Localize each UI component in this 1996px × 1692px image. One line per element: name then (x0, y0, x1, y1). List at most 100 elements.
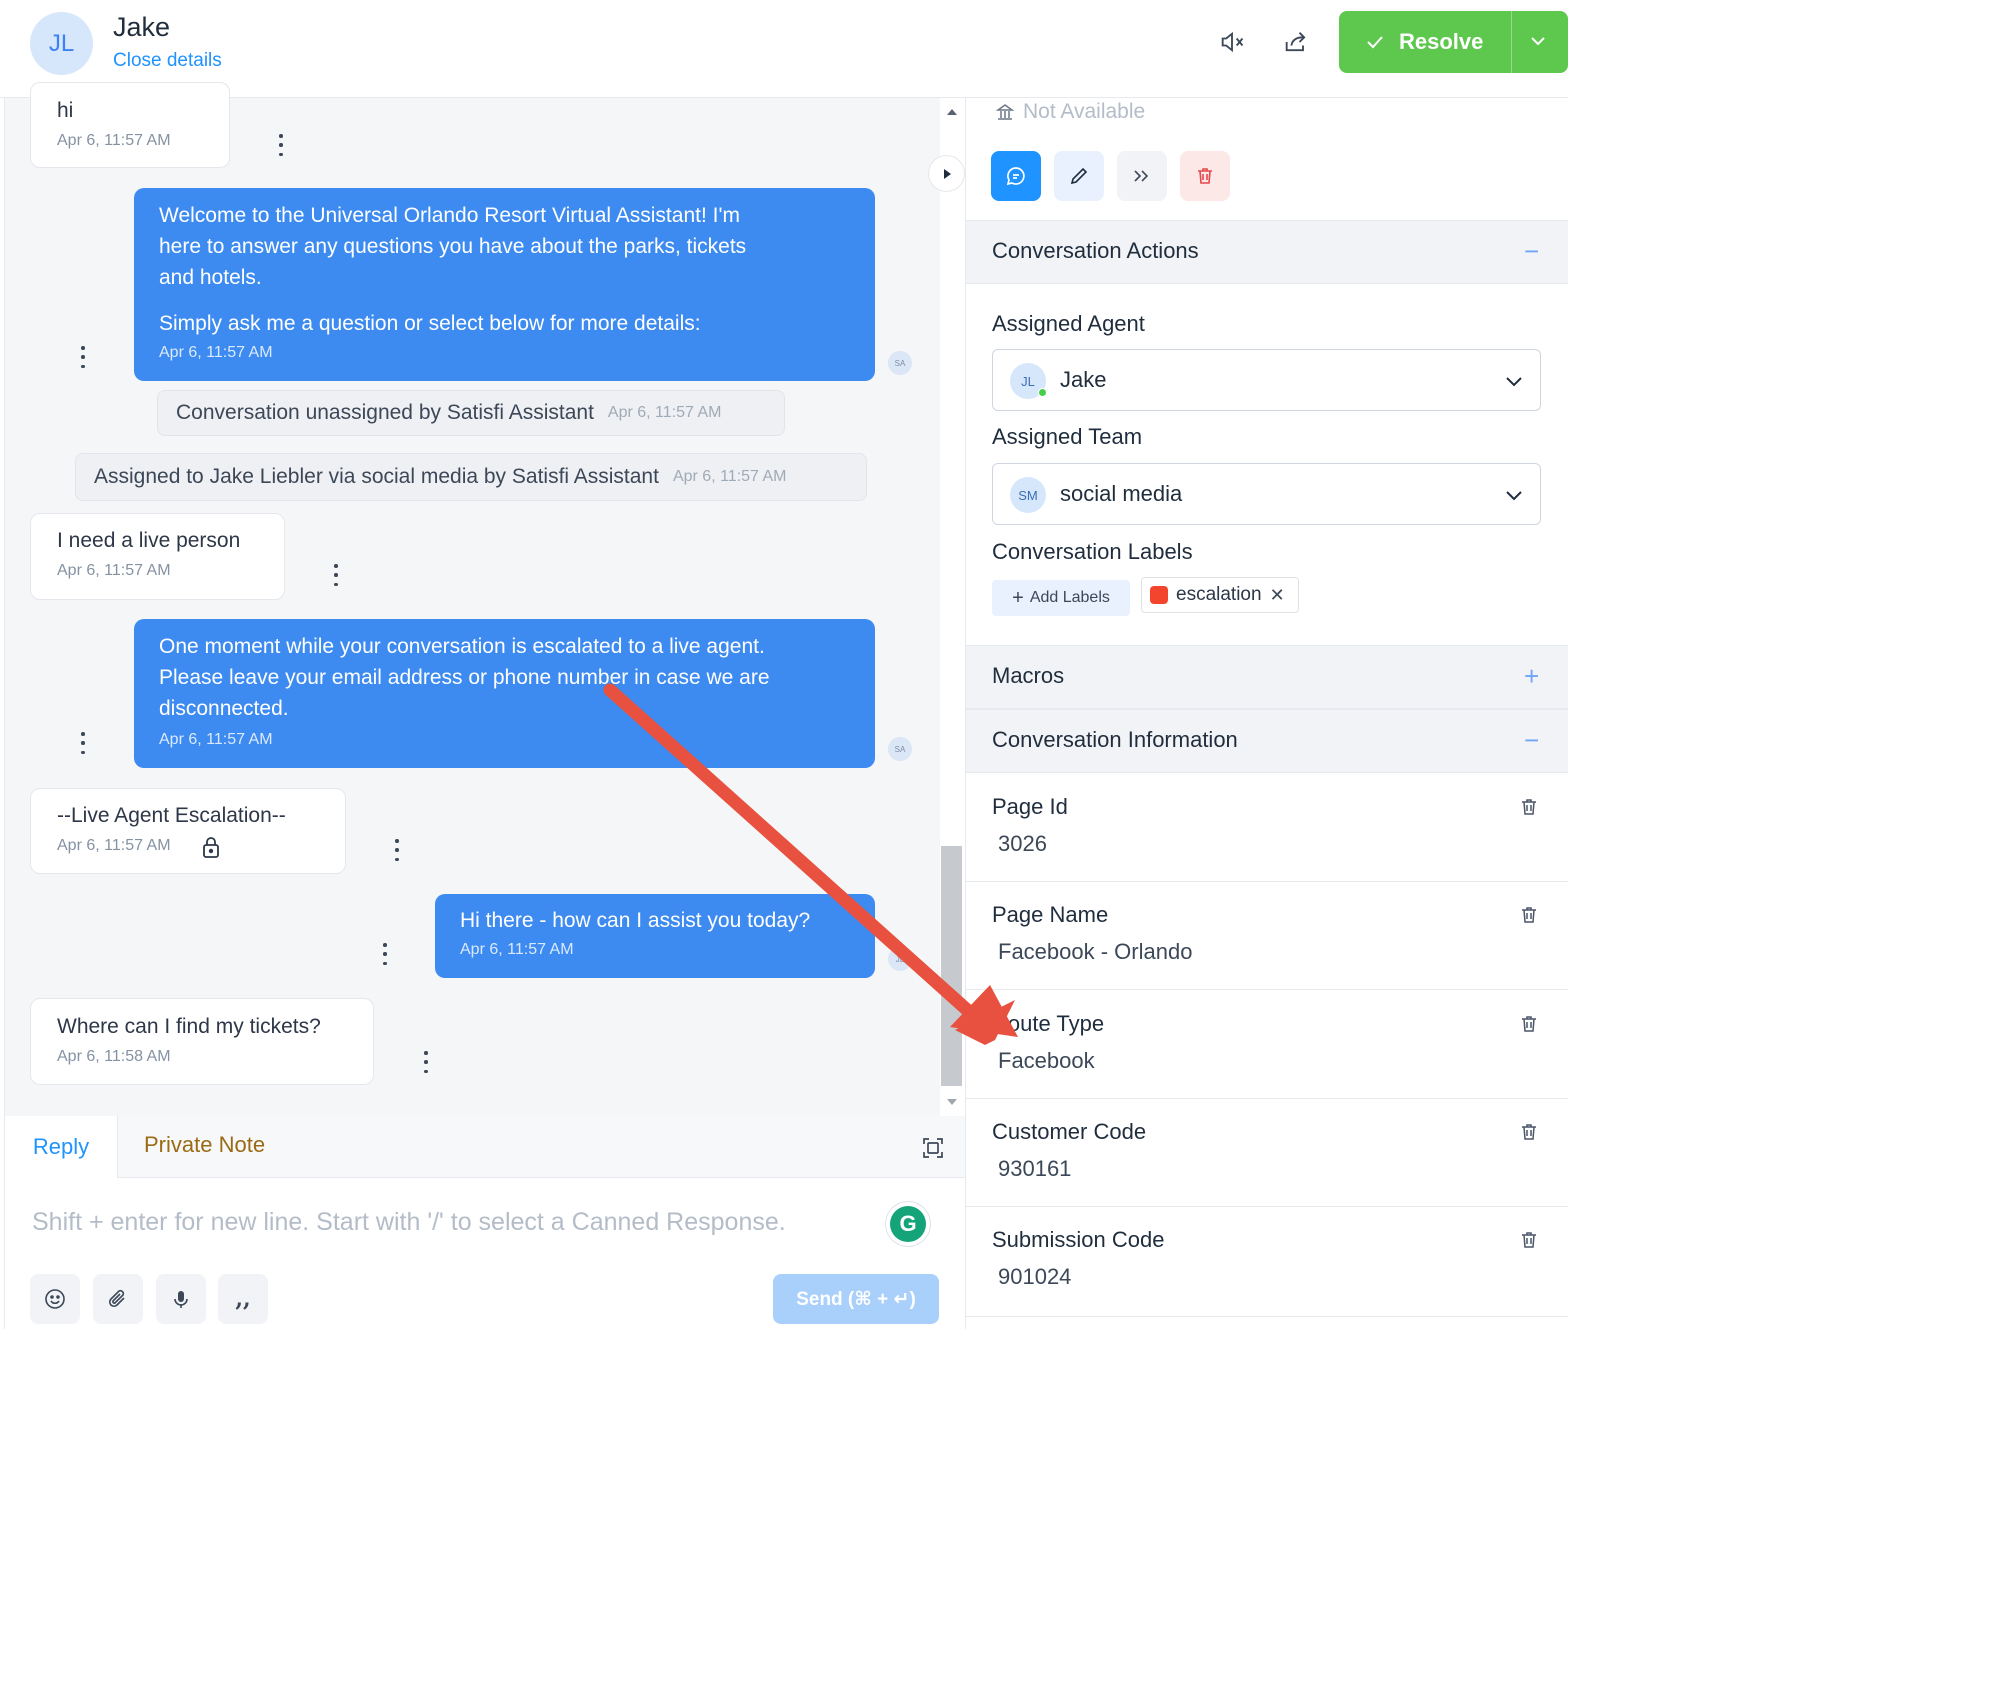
assigned-agent-label: Assigned Agent (992, 311, 1145, 336)
expand-icon[interactable]: + (1524, 661, 1539, 692)
resolve-button[interactable]: Resolve (1339, 11, 1568, 73)
conversation-labels-heading: Conversation Labels (992, 539, 1193, 564)
assigned-agent-value: Jake (1060, 367, 1107, 392)
scroll-up-icon[interactable] (946, 108, 958, 116)
quote-icon: ,, (235, 1286, 251, 1312)
pencil-icon (1070, 167, 1088, 185)
assigned-agent-select[interactable]: JL Jake (992, 349, 1541, 411)
message-text: One moment while your conversation is es… (159, 635, 765, 658)
emoji-icon (45, 1289, 65, 1309)
activity-time: Apr 6, 11:57 AM (607, 404, 722, 421)
reply-input[interactable]: Shift + enter for new line. Start with '… (32, 1208, 786, 1237)
send-button[interactable]: Send (⌘ + ↵) (773, 1274, 939, 1324)
trash-icon (1198, 168, 1212, 184)
merge-contact-button[interactable] (1117, 151, 1167, 201)
chevron-down-icon[interactable] (1527, 30, 1549, 52)
sender-avatar: SA (888, 737, 912, 761)
section-conversation-actions[interactable]: Conversation Actions − (966, 220, 1568, 284)
section-title: Conversation Actions (992, 238, 1199, 263)
delete-contact-button[interactable] (1180, 151, 1230, 201)
message-menu-icon[interactable] (278, 134, 284, 156)
message-text: I need a live person (57, 529, 241, 552)
mute-icon[interactable] (1218, 28, 1246, 56)
message-incoming: --Live Agent Escalation-- Apr 6, 11:57 A… (30, 788, 346, 874)
resolve-label: Resolve (1399, 29, 1484, 54)
section-conversation-information[interactable]: Conversation Information − (966, 709, 1568, 773)
message-outgoing: One moment while your conversation is es… (134, 619, 875, 768)
attach-button[interactable] (93, 1274, 143, 1324)
grammarly-button[interactable]: G (885, 1201, 931, 1247)
activity-message: Conversation unassigned by Satisfi Assis… (157, 390, 785, 436)
message-text: --Live Agent Escalation-- (57, 804, 286, 827)
label-chip: escalation ✕ (1141, 577, 1299, 613)
assigned-team-select[interactable]: SM social media (992, 463, 1541, 525)
add-labels-text: Add Labels (1029, 589, 1110, 606)
online-status-dot (1038, 388, 1047, 397)
tab-private-note[interactable]: Private Note (144, 1132, 265, 1158)
message-time: Apr 6, 11:57 AM (57, 562, 171, 579)
message-text: Simply ask me a question or select below… (159, 312, 701, 335)
trash-icon[interactable] (1519, 797, 1539, 817)
message-menu-icon[interactable] (80, 732, 86, 754)
message-text: disconnected. (159, 697, 289, 720)
contact-company: Not Available (995, 100, 1145, 124)
close-details-link[interactable]: Close details (113, 50, 222, 72)
activity-time: Apr 6, 11:57 AM (672, 468, 787, 485)
info-row: Page Id 3026 (966, 774, 1568, 882)
share-icon[interactable] (1282, 28, 1310, 56)
section-title: Conversation Information (992, 727, 1238, 752)
tab-reply[interactable]: Reply (5, 1116, 117, 1178)
info-value: Facebook - Orlando (998, 939, 1193, 964)
info-row: Route Type Facebook (966, 991, 1568, 1099)
activity-text: Conversation unassigned by Satisfi Assis… (176, 401, 594, 424)
remove-label-icon[interactable]: ✕ (1270, 585, 1285, 606)
building-icon (995, 104, 1015, 120)
new-message-button[interactable] (991, 151, 1041, 201)
merge-icon (1134, 170, 1149, 182)
attachment-icon (108, 1289, 125, 1308)
message-menu-icon[interactable] (394, 839, 400, 861)
message-text: Hi there - how can I assist you today? (460, 909, 811, 932)
add-labels-button[interactable]: + Add Labels (992, 580, 1130, 616)
message-time: Apr 6, 11:58 AM (57, 1048, 171, 1065)
voice-button[interactable] (156, 1274, 206, 1324)
info-row: Page Name Facebook - Orlando (966, 882, 1568, 990)
message-text: hi (57, 99, 74, 122)
info-row: Submission Code 901024 (966, 1207, 1568, 1317)
info-row: Customer Code 930161 (966, 1099, 1568, 1207)
emoji-button[interactable] (30, 1274, 80, 1324)
fullscreen-icon[interactable] (922, 1137, 944, 1159)
message-outgoing: Hi there - how can I assist you today? A… (435, 894, 875, 978)
message-menu-icon[interactable] (333, 564, 339, 586)
toggle-sidebar-button[interactable] (928, 155, 965, 192)
contact-avatar: JL (30, 12, 93, 75)
collapse-icon[interactable]: − (1524, 725, 1539, 756)
microphone-icon (174, 1291, 188, 1308)
contact-name: Jake (113, 12, 171, 42)
trash-icon[interactable] (1519, 1014, 1539, 1034)
edit-contact-button[interactable] (1054, 151, 1104, 201)
section-macros[interactable]: Macros + (966, 645, 1568, 709)
message-text: Where can I find my tickets? (57, 1015, 321, 1038)
conversation-header: JL Jake Close details Resolve (0, 0, 1568, 98)
section-title: Macros (992, 663, 1065, 688)
trash-icon[interactable] (1519, 905, 1539, 925)
message-incoming: Where can I find my tickets? Apr 6, 11:5… (30, 998, 374, 1085)
team-avatar: SM (1010, 477, 1046, 513)
trash-icon[interactable] (1519, 1230, 1539, 1250)
message-menu-icon[interactable] (382, 943, 388, 965)
message-menu-icon[interactable] (423, 1051, 429, 1073)
info-key: Submission Code (992, 1227, 1165, 1252)
scroll-thumb[interactable] (941, 846, 962, 1086)
collapse-icon[interactable]: − (1524, 236, 1539, 267)
message-incoming: hi Apr 6, 11:57 AM (30, 82, 230, 168)
info-value: 3026 (998, 831, 1047, 856)
info-value: Facebook (998, 1048, 1095, 1073)
message-menu-icon[interactable] (80, 346, 86, 368)
assigned-team-value: social media (1060, 481, 1183, 506)
plus-icon: + (1012, 586, 1024, 609)
message-time: Apr 6, 11:57 AM (57, 837, 171, 854)
trash-icon[interactable] (1519, 1122, 1539, 1142)
quote-button[interactable]: ,, (218, 1274, 268, 1324)
scroll-down-icon[interactable] (946, 1098, 958, 1106)
